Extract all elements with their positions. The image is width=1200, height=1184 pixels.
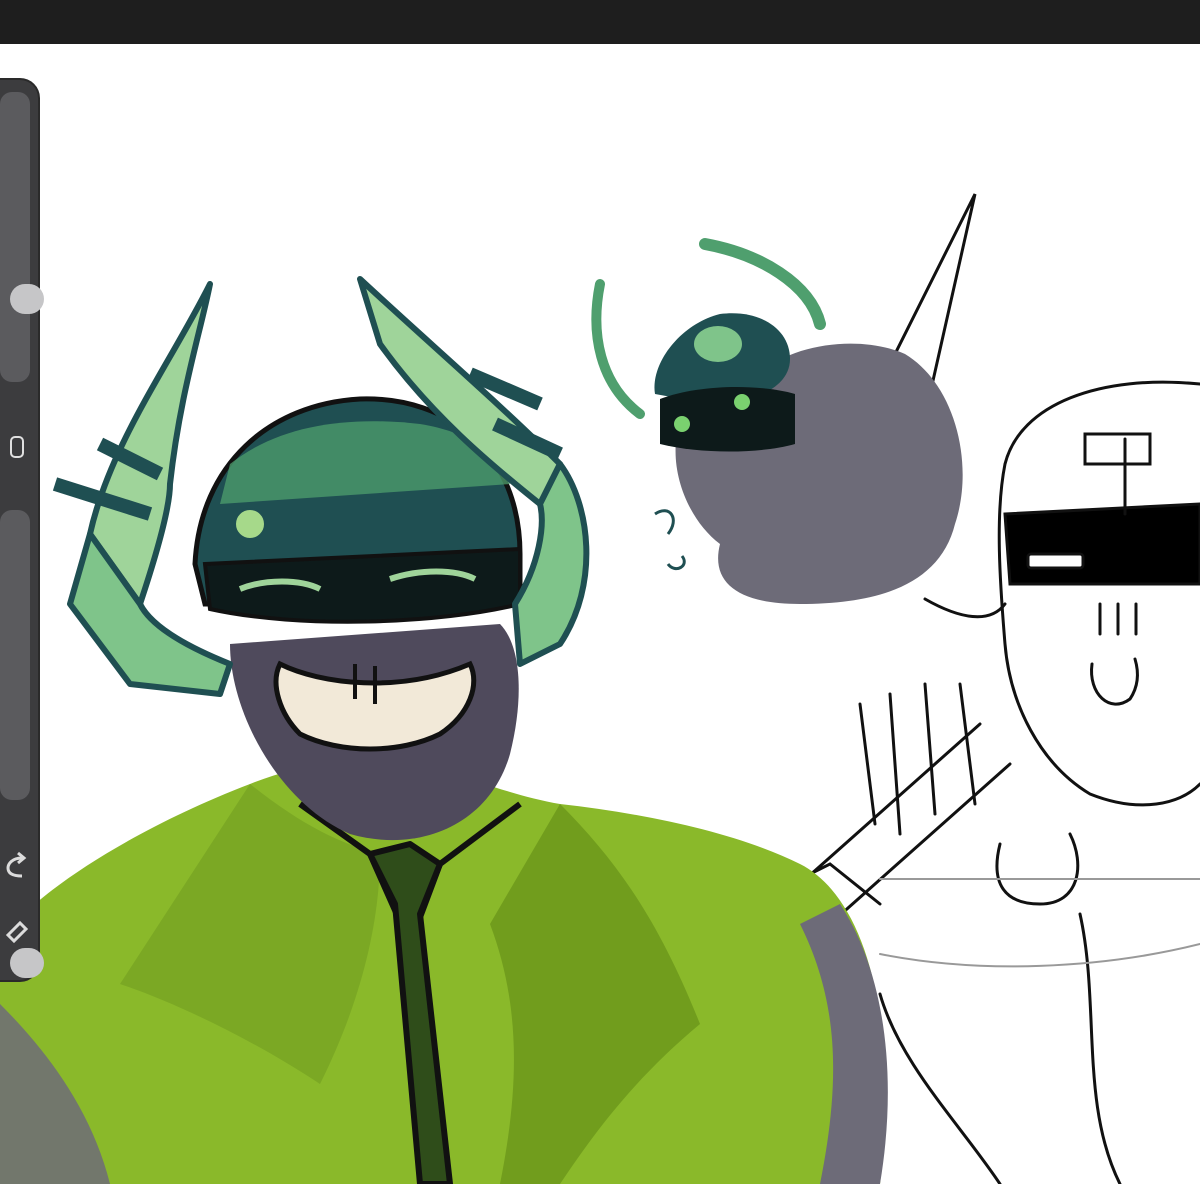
brush-opacity-thumb[interactable]	[10, 948, 44, 978]
artwork	[0, 193, 1200, 1184]
redo-button[interactable]	[0, 915, 34, 945]
top-toolbar	[0, 0, 1200, 44]
brush-sidebar	[0, 80, 44, 980]
brush-opacity-slider[interactable]	[0, 510, 44, 978]
redo-icon	[5, 920, 29, 944]
modify-button[interactable]	[0, 430, 30, 464]
brush-size-slider[interactable]	[0, 92, 44, 382]
drawing-app	[0, 0, 1200, 1184]
drawing-canvas[interactable]	[0, 44, 1200, 1184]
blob-character	[591, 238, 963, 604]
undo-button[interactable]	[0, 850, 34, 880]
undo-icon	[6, 851, 27, 878]
brush-size-thumb[interactable]	[10, 284, 44, 314]
square-icon	[10, 436, 24, 458]
